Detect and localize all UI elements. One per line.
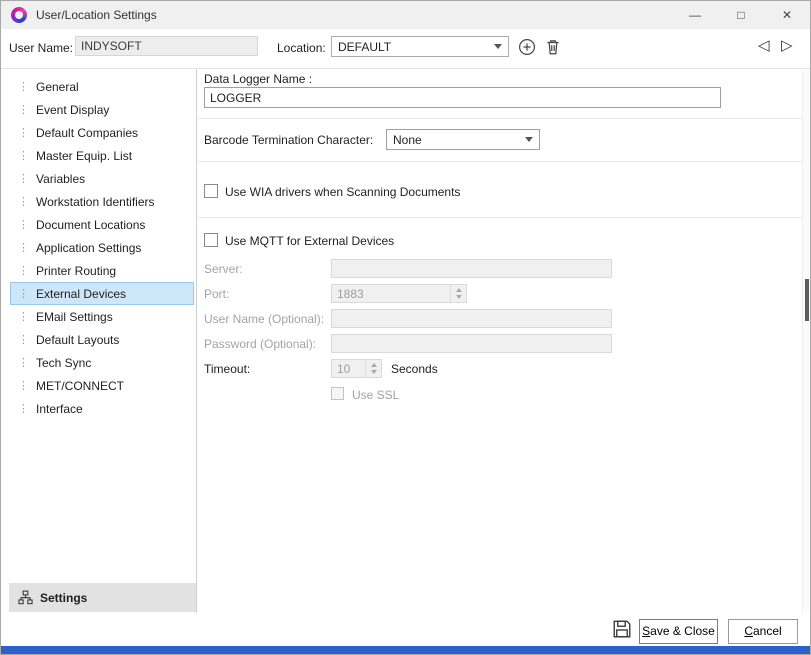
external-devices-panel: Data Logger Name : Barcode Termination C… [198,69,802,613]
sidebar-item-email-settings[interactable]: ⋮EMail Settings [9,305,195,328]
divider [198,217,802,218]
mqtt-checkbox[interactable] [204,233,218,247]
sidebar-item-master-equip-list[interactable]: ⋮Master Equip. List [9,144,195,167]
barcode-termination-label: Barcode Termination Character: [204,133,373,147]
save-button[interactable] [611,619,633,641]
sidebar-item-variables[interactable]: ⋮Variables [9,167,195,190]
spin-up-icon[interactable] [371,363,377,367]
item-grip-icon: ⋮ [18,402,31,415]
item-grip-icon: ⋮ [18,241,31,254]
settings-sidebar: ⋮General ⋮Event Display ⋮Default Compani… [9,69,197,613]
user-name-label: User Name: [9,41,73,55]
timeout-spinner[interactable]: 10 [331,359,382,378]
add-location-icon[interactable] [518,38,536,56]
wia-drivers-checkbox[interactable] [204,184,218,198]
timeout-seconds-label: Seconds [391,362,438,376]
save-and-close-button[interactable]: Save & Close [639,619,718,644]
item-grip-icon: ⋮ [18,195,31,208]
port-label: Port: [204,287,229,301]
floppy-disk-icon [612,619,632,639]
sidebar-footer-settings[interactable]: Settings [9,583,196,612]
use-ssl-checkbox[interactable] [331,387,344,400]
delete-location-icon[interactable] [544,38,562,56]
settings-footer-label: Settings [40,591,87,605]
main-region: ⋮General ⋮Event Display ⋮Default Compani… [1,68,810,614]
password-optional-label: Password (Optional): [204,337,316,351]
scrollbar[interactable] [802,69,810,613]
spin-up-icon[interactable] [456,288,462,292]
data-logger-name-label: Data Logger Name : [204,72,312,86]
toolbar: User Name: Location: DEFAULT ◁ ▷ [1,29,810,68]
data-logger-name-input[interactable] [204,87,721,108]
spinner-arrows[interactable] [365,360,381,377]
server-label: Server: [204,262,243,276]
sidebar-item-interface[interactable]: ⋮Interface [9,397,195,420]
item-grip-icon: ⋮ [18,80,31,93]
wia-drivers-label: Use WIA drivers when Scanning Documents [225,185,460,199]
footer-bar: Save & Close Cancel [1,613,810,647]
window-controls: — □ ✕ [672,1,810,29]
sidebar-item-workstation-identifiers[interactable]: ⋮Workstation Identifiers [9,190,195,213]
cancel-button[interactable]: Cancel [728,619,798,644]
password-optional-input[interactable] [331,334,612,353]
item-grip-icon: ⋮ [18,379,31,392]
sidebar-item-default-layouts[interactable]: ⋮Default Layouts [9,328,195,351]
item-grip-icon: ⋮ [18,333,31,346]
sidebar-item-general[interactable]: ⋮General [9,75,195,98]
close-button[interactable]: ✕ [764,1,810,29]
spin-down-icon[interactable] [456,295,462,299]
sidebar-item-external-devices[interactable]: ⋮External Devices [10,282,194,305]
minimize-button[interactable]: — [672,1,718,29]
spinner-arrows[interactable] [450,285,466,302]
sidebar-item-application-settings[interactable]: ⋮Application Settings [9,236,195,259]
sidebar-item-printer-routing[interactable]: ⋮Printer Routing [9,259,195,282]
barcode-termination-value: None [393,133,422,147]
chevron-down-icon [494,44,502,49]
timeout-value: 10 [332,360,365,377]
item-grip-icon: ⋮ [18,310,31,323]
divider [198,118,802,119]
titlebar[interactable]: User/Location Settings — □ ✕ [1,1,810,29]
username-optional-label: User Name (Optional): [204,312,324,326]
port-spinner[interactable]: 1883 [331,284,467,303]
spin-down-icon[interactable] [371,370,377,374]
next-record-icon[interactable]: ▷ [781,37,793,55]
location-label: Location: [277,41,326,55]
location-dropdown[interactable]: DEFAULT [331,36,509,57]
item-grip-icon: ⋮ [18,149,31,162]
mqtt-label: Use MQTT for External Devices [225,234,394,248]
user-name-field[interactable] [75,36,258,56]
port-value: 1883 [332,285,450,302]
user-location-settings-window: User/Location Settings — □ ✕ User Name: … [0,0,811,655]
server-input[interactable] [331,259,612,278]
sidebar-item-tech-sync[interactable]: ⋮Tech Sync [9,351,195,374]
barcode-termination-dropdown[interactable]: None [386,129,540,150]
use-ssl-label: Use SSL [352,388,399,402]
maximize-button[interactable]: □ [718,1,764,29]
timeout-label: Timeout: [204,362,250,376]
divider [198,161,802,162]
scrollbar-thumb[interactable] [805,279,809,321]
sitemap-icon [18,590,33,605]
username-optional-input[interactable] [331,309,612,328]
sidebar-item-default-companies[interactable]: ⋮Default Companies [9,121,195,144]
item-grip-icon: ⋮ [18,172,31,185]
window-accent-strip [1,646,810,654]
item-grip-icon: ⋮ [18,356,31,369]
item-grip-icon: ⋮ [18,103,31,116]
sidebar-list: ⋮General ⋮Event Display ⋮Default Compani… [9,75,195,420]
location-value: DEFAULT [338,40,391,54]
app-logo-icon [11,7,27,23]
item-grip-icon: ⋮ [18,126,31,139]
item-grip-icon: ⋮ [18,287,31,300]
window-title: User/Location Settings [36,8,157,22]
sidebar-item-met-connect[interactable]: ⋮MET/CONNECT [9,374,195,397]
item-grip-icon: ⋮ [18,218,31,231]
sidebar-item-document-locations[interactable]: ⋮Document Locations [9,213,195,236]
sidebar-item-event-display[interactable]: ⋮Event Display [9,98,195,121]
previous-record-icon[interactable]: ◁ [758,37,770,55]
item-grip-icon: ⋮ [18,264,31,277]
chevron-down-icon [525,137,533,142]
